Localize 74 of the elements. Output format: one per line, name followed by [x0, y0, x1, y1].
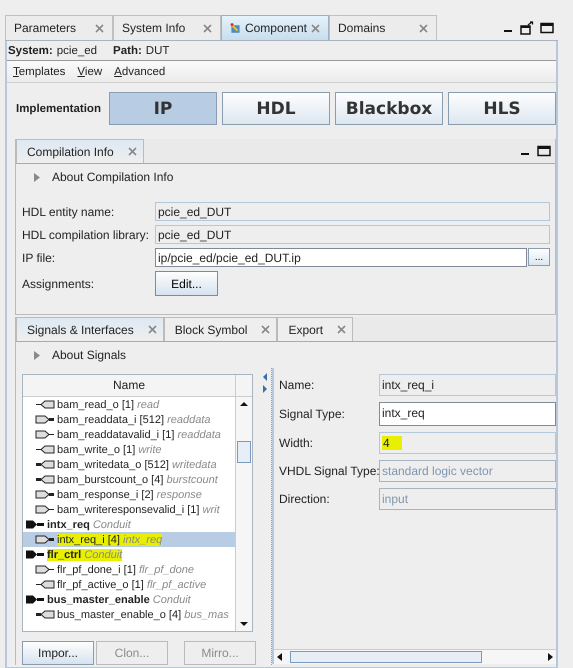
action-button[interactable]: Impor... — [22, 641, 94, 665]
panel-tab[interactable]: Compilation Info — [16, 139, 144, 163]
close-icon[interactable] — [337, 325, 346, 334]
tree-row[interactable]: bam_writeresponsevalid_i [1] writ — [23, 502, 235, 517]
tree-row[interactable]: bam_write_o [1] write — [23, 442, 235, 457]
panel-tab[interactable]: Signals & Interfaces — [16, 317, 164, 341]
field-label: HDL compilation library: — [22, 228, 150, 242]
tree-row[interactable]: bam_readdatavalid_i [1] readdata — [23, 427, 235, 442]
tree-row[interactable]: bam_response_i [2] response — [23, 487, 235, 502]
field-label: Name: — [279, 378, 316, 392]
view-tab[interactable]: Parameters — [5, 15, 113, 40]
view-tab[interactable]: System Info — [113, 15, 221, 40]
path-label: Path: — [113, 44, 142, 56]
view-tab[interactable]: Component — [221, 15, 329, 40]
tree-row[interactable]: bam_read_o [1] read — [23, 397, 235, 412]
close-icon[interactable] — [128, 147, 137, 156]
tree-row[interactable]: flr_pf_active_o [1] flr_pf_active — [23, 577, 235, 592]
tree-row[interactable]: bam_readdata_i [512] readdata — [23, 412, 235, 427]
implementation-button[interactable]: HDL — [222, 92, 330, 125]
field-label: Width: — [279, 436, 314, 450]
close-icon[interactable] — [419, 24, 428, 32]
field-label: Assignments: — [22, 276, 96, 290]
implementation-button[interactable]: HLS — [448, 92, 556, 125]
implementation-label: Implementation — [16, 102, 102, 114]
expand-arrow-icon[interactable] — [34, 172, 40, 182]
system-value: pcie_ed — [56, 44, 98, 56]
close-icon[interactable] — [148, 325, 157, 334]
text-field[interactable]: intx_req_i — [379, 374, 556, 396]
close-icon[interactable] — [203, 24, 212, 32]
close-icon[interactable] — [311, 24, 320, 32]
scrollbar-thumb[interactable] — [290, 651, 482, 663]
tree-row[interactable]: bam_burstcount_o [4] burstcount — [23, 472, 235, 487]
field-label: IP file: — [22, 250, 56, 264]
text-field[interactable]: intx_req — [379, 402, 556, 426]
close-icon[interactable] — [95, 24, 104, 32]
interface-icon — [25, 520, 45, 529]
tree-row[interactable]: bus_master_enable_o [4] bus_mas — [23, 607, 235, 622]
field-label: Direction: — [279, 492, 331, 506]
section-header[interactable]: About Signals — [52, 348, 126, 362]
maximize-icon[interactable] — [540, 22, 554, 34]
path-value: DUT — [146, 44, 170, 56]
interface-icon — [25, 550, 45, 559]
splitter-arrows-icon[interactable] — [262, 372, 268, 394]
interface-icon — [25, 595, 45, 604]
browse-button[interactable]: ... — [528, 248, 550, 266]
menu-item[interactable]: Templates — [13, 66, 66, 78]
edit-button[interactable]: Edit... — [155, 271, 218, 296]
field-label: HDL entity name: — [22, 204, 116, 218]
expand-arrow-icon[interactable] — [34, 350, 40, 360]
scrollbar-thumb[interactable] — [237, 441, 251, 463]
field-label: VHDL Signal Type: — [279, 464, 379, 478]
vertical-scrollbar[interactable] — [235, 397, 252, 631]
close-icon[interactable] — [261, 325, 270, 334]
field-label: Signal Type: — [279, 407, 346, 421]
tree-row[interactable]: flr_pf_done_i [1] flr_pf_done — [23, 562, 235, 577]
panel-tab[interactable]: Block Symbol — [164, 317, 278, 341]
tree-row[interactable]: bam_writedata_o [512] writedata — [23, 457, 235, 472]
tree-row[interactable]: bus_master_enable Conduit — [23, 592, 235, 607]
text-field[interactable]: pcie_ed_DUT — [155, 202, 550, 221]
view-tab[interactable]: Domains — [329, 15, 437, 40]
panel-tab[interactable]: Export — [277, 317, 354, 341]
tree-row[interactable]: intx_req Conduit — [23, 517, 235, 532]
text-field[interactable]: 4 — [379, 432, 556, 454]
text-field[interactable]: ip/pcie_ed/pcie_ed_DUT.ip — [155, 248, 527, 267]
section-header[interactable]: About Compilation Info — [52, 170, 174, 184]
implementation-button[interactable]: IP — [109, 92, 217, 125]
horizontal-scrollbar[interactable] — [274, 649, 556, 664]
detach-icon[interactable] — [520, 20, 534, 34]
menu-item[interactable]: View — [77, 66, 102, 78]
system-label: System: — [8, 44, 53, 56]
implementation-button[interactable]: Blackbox — [335, 92, 443, 125]
text-field[interactable]: pcie_ed_DUT — [155, 225, 550, 244]
maximize-icon[interactable] — [537, 145, 551, 157]
menu-item[interactable]: Advanced — [114, 66, 166, 78]
